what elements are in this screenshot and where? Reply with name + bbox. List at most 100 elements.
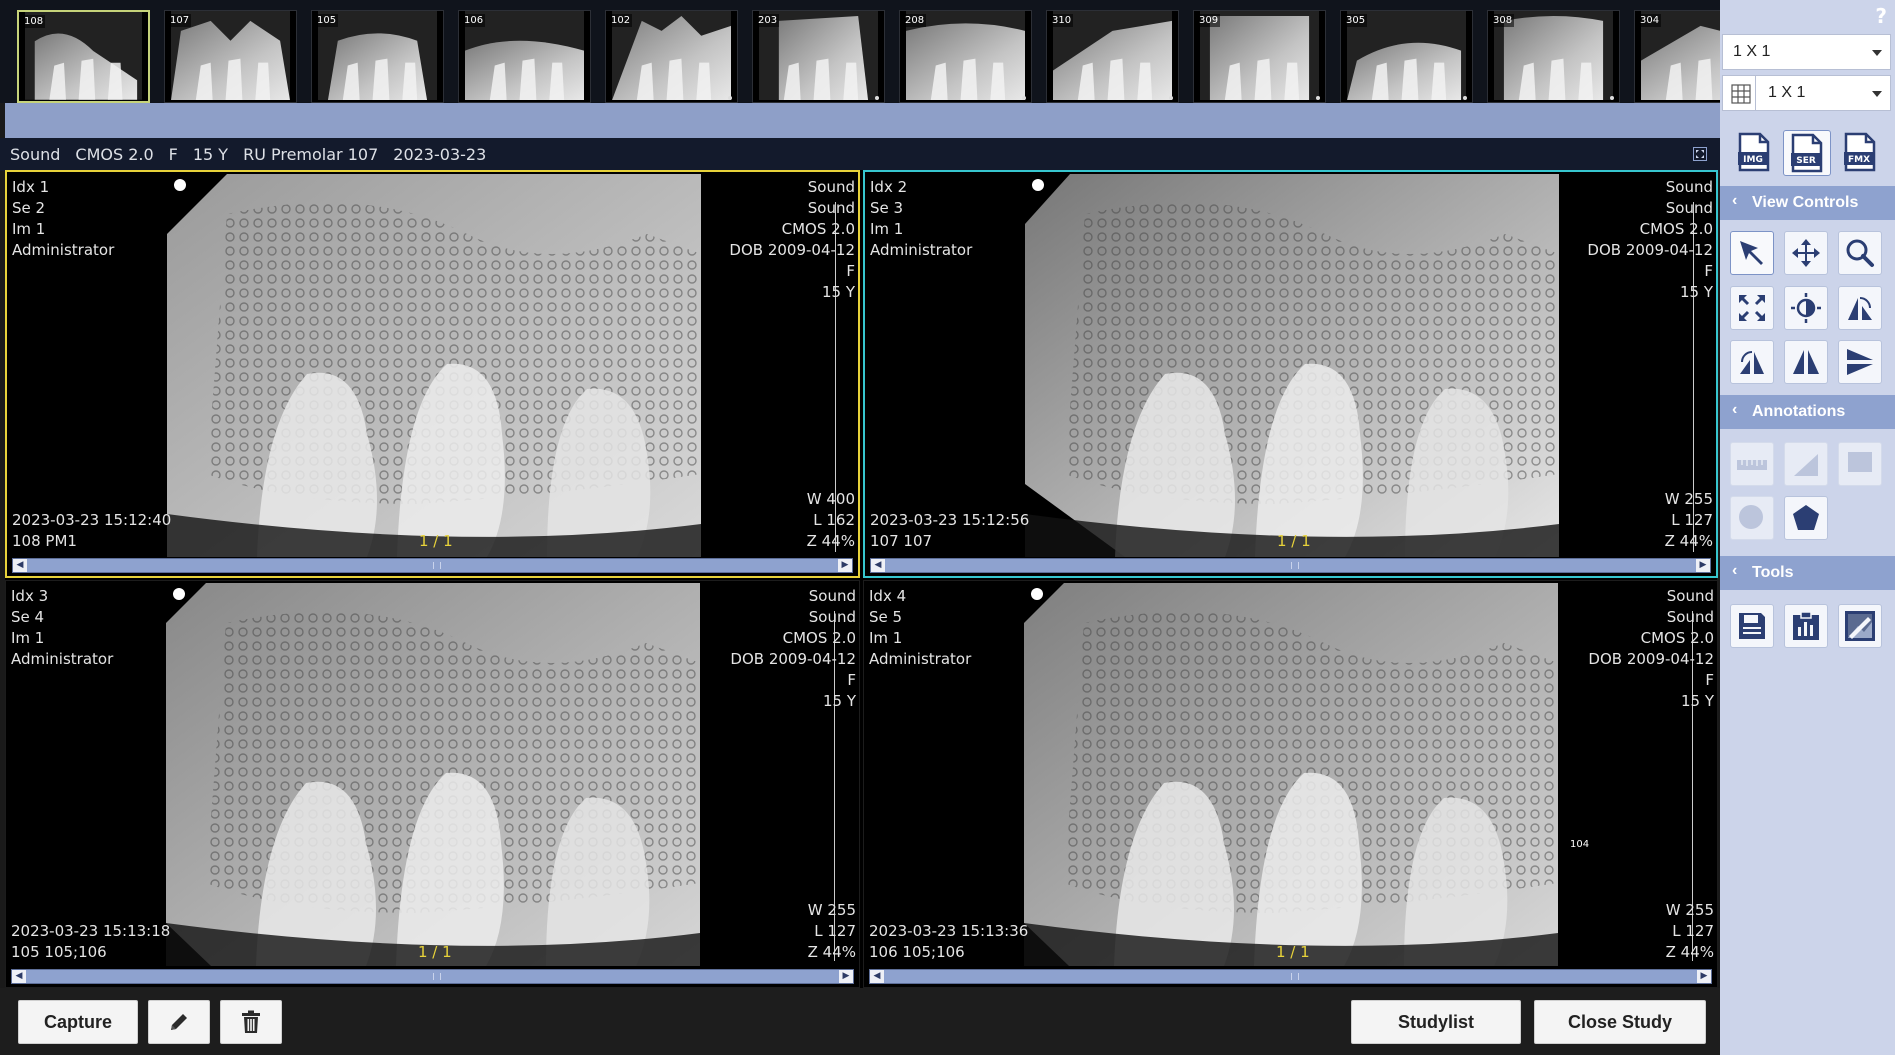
ellipse-roi-tool-button[interactable]: [1730, 496, 1774, 540]
thumbnail-105[interactable]: 105: [311, 10, 444, 103]
scroll-right-icon[interactable]: ▶: [1697, 970, 1711, 983]
zoom-tool-button[interactable]: [1838, 231, 1882, 275]
thumbnail-310[interactable]: 310: [1046, 10, 1179, 103]
scroll-right-icon[interactable]: ▶: [838, 559, 852, 572]
help-icon[interactable]: ?: [1875, 4, 1887, 28]
thumbnail-106[interactable]: 106: [458, 10, 591, 103]
report-button[interactable]: [1784, 604, 1828, 648]
thumbnail-108[interactable]: 108: [17, 10, 150, 103]
save-button[interactable]: [1730, 604, 1774, 648]
thumbnail-102[interactable]: 102: [605, 10, 738, 103]
thumbnail-208[interactable]: 208: [899, 10, 1032, 103]
thumbnail-band: [5, 103, 1720, 138]
layout-select[interactable]: 1 X 1: [1722, 34, 1891, 70]
fullscreen-icon[interactable]: [1693, 147, 1707, 161]
capture-button[interactable]: Capture: [18, 1000, 138, 1044]
horizontal-scrollbar[interactable]: ◀ ▶: [869, 969, 1712, 984]
tools-header[interactable]: ‹ Tools: [1720, 556, 1895, 590]
horizontal-scrollbar[interactable]: ◀ ▶: [870, 558, 1711, 573]
frame-counter: 1 / 1: [418, 943, 452, 961]
overlay-top-right-line: 15 Y: [821, 283, 855, 301]
rotate-left-tool-button[interactable]: [1730, 340, 1774, 384]
thumbnail-309[interactable]: 309: [1193, 10, 1326, 103]
bottom-toolbar: Capture Studylist Close Study: [0, 988, 1720, 1055]
close-study-button[interactable]: Close Study: [1534, 1000, 1706, 1044]
edit-button[interactable]: [148, 1000, 210, 1044]
tools-title: Tools: [1752, 564, 1794, 581]
pan-tool-button[interactable]: [1784, 231, 1828, 275]
overlay-top-right-line: CMOS 2.0: [1640, 629, 1714, 647]
thumbnail-107[interactable]: 107: [164, 10, 297, 103]
ellipse-roi-icon: [1739, 505, 1763, 529]
scroll-left-icon[interactable]: ◀: [871, 559, 885, 572]
select-tool-button[interactable]: [1730, 231, 1774, 275]
delete-button[interactable]: [220, 1000, 282, 1044]
overlay-top-left-line: Idx 4: [869, 587, 907, 605]
dental-xray-image[interactable]: [1025, 174, 1559, 557]
viewport-4[interactable]: Idx 4 Se 5 Im 1 Administrator Sound Sound CMOS…: [863, 580, 1718, 988]
thumbnail-203[interactable]: 203: [752, 10, 885, 103]
angle-tool-button[interactable]: [1784, 442, 1828, 486]
ruler-tool-button[interactable]: [1730, 442, 1774, 486]
frame-counter: 1 / 1: [1277, 532, 1311, 550]
scroll-grip[interactable]: [432, 973, 441, 980]
scroll-left-icon[interactable]: ◀: [870, 970, 884, 983]
img-mode-button[interactable]: IMG: [1732, 130, 1776, 174]
overlay-top-left-line: Idx 2: [870, 178, 908, 196]
overlay-top-left-line: Se 5: [869, 608, 903, 626]
orientation-marker: [1031, 588, 1043, 600]
scroll-right-icon[interactable]: ▶: [1696, 559, 1710, 572]
overlay-top-left: Idx 1 Se 2 Im 1 Administrator: [12, 177, 114, 261]
scroll-grip[interactable]: [1290, 973, 1299, 980]
overlay-bottom-right-line: L 127: [814, 922, 856, 940]
polygon-tool-button[interactable]: [1784, 496, 1828, 540]
viewer-app: 108 107 105 106 102 203 208 310 309 305 …: [0, 0, 1895, 1055]
ser-mode-button[interactable]: SER: [1783, 130, 1831, 176]
fmx-mode-button[interactable]: FMX: [1838, 130, 1882, 174]
info-age: 15 Y: [192, 145, 229, 164]
view-controls-header[interactable]: ‹ View Controls: [1720, 186, 1895, 220]
scroll-grip[interactable]: [1290, 562, 1299, 569]
ser-label: SER: [1796, 156, 1816, 166]
brightness-tool-button[interactable]: [1784, 286, 1828, 330]
scroll-left-icon[interactable]: ◀: [13, 559, 27, 572]
overlay-top-right-line: 15 Y: [1680, 692, 1714, 710]
dental-xray-image[interactable]: [1024, 583, 1558, 966]
image-export-button[interactable]: [1838, 604, 1882, 648]
grid-select[interactable]: 1 X 1: [1722, 75, 1891, 111]
orientation-marker: [173, 588, 185, 600]
flip-vertical-icon: [1847, 349, 1873, 375]
overlay-top-right-line: CMOS 2.0: [782, 629, 856, 647]
thumbnail-status-dot: [1316, 96, 1320, 100]
fit-tool-button[interactable]: [1730, 286, 1774, 330]
overlay-top-left: Idx 2 Se 3 Im 1 Administrator: [870, 177, 972, 261]
flip-horizontal-icon: [1793, 350, 1819, 374]
thumbnail-label: 305: [1344, 14, 1368, 27]
flip-horizontal-tool-button[interactable]: [1784, 340, 1828, 384]
overlay-top-left-line: Se 3: [870, 199, 904, 217]
info-region: RU Premolar 107: [243, 145, 379, 164]
viewport-1[interactable]: Idx 1 Se 2 Im 1 Administrator Sound Sound CMOS…: [5, 170, 860, 578]
scroll-right-icon[interactable]: ▶: [839, 970, 853, 983]
flip-vertical-tool-button[interactable]: [1838, 340, 1882, 384]
horizontal-scrollbar[interactable]: ◀ ▶: [12, 558, 853, 573]
viewport-3[interactable]: Idx 3 Se 4 Im 1 Administrator Sound Sound CMOS…: [5, 580, 860, 988]
overlay-top-left-line: Im 1: [11, 629, 45, 647]
overlay-bottom-left: 2023-03-23 15:13:18 105 105;106: [11, 921, 170, 963]
overlay-bottom-left-line: 107 107: [870, 532, 933, 550]
studylist-button[interactable]: Studylist: [1351, 1000, 1521, 1044]
scroll-grip[interactable]: [432, 562, 441, 569]
rotate-right-tool-button[interactable]: [1838, 286, 1882, 330]
overlay-bottom-right-line: W 255: [1664, 490, 1713, 508]
dental-xray-image[interactable]: [166, 583, 700, 966]
dental-xray-image[interactable]: [167, 174, 701, 557]
thumbnail-308[interactable]: 308: [1487, 10, 1620, 103]
annotations-header[interactable]: ‹ Annotations: [1720, 395, 1895, 429]
horizontal-scrollbar[interactable]: ◀ ▶: [11, 969, 854, 984]
scroll-left-icon[interactable]: ◀: [12, 970, 26, 983]
thumbnail-305[interactable]: 305: [1340, 10, 1473, 103]
overlay-top-left-line: Idx 1: [12, 178, 50, 196]
rect-roi-tool-button[interactable]: [1838, 442, 1882, 486]
viewport-2[interactable]: Idx 2 Se 3 Im 1 Administrator Sound Sound CMOS…: [863, 170, 1718, 578]
thumbnail-status-dot: [1610, 96, 1614, 100]
